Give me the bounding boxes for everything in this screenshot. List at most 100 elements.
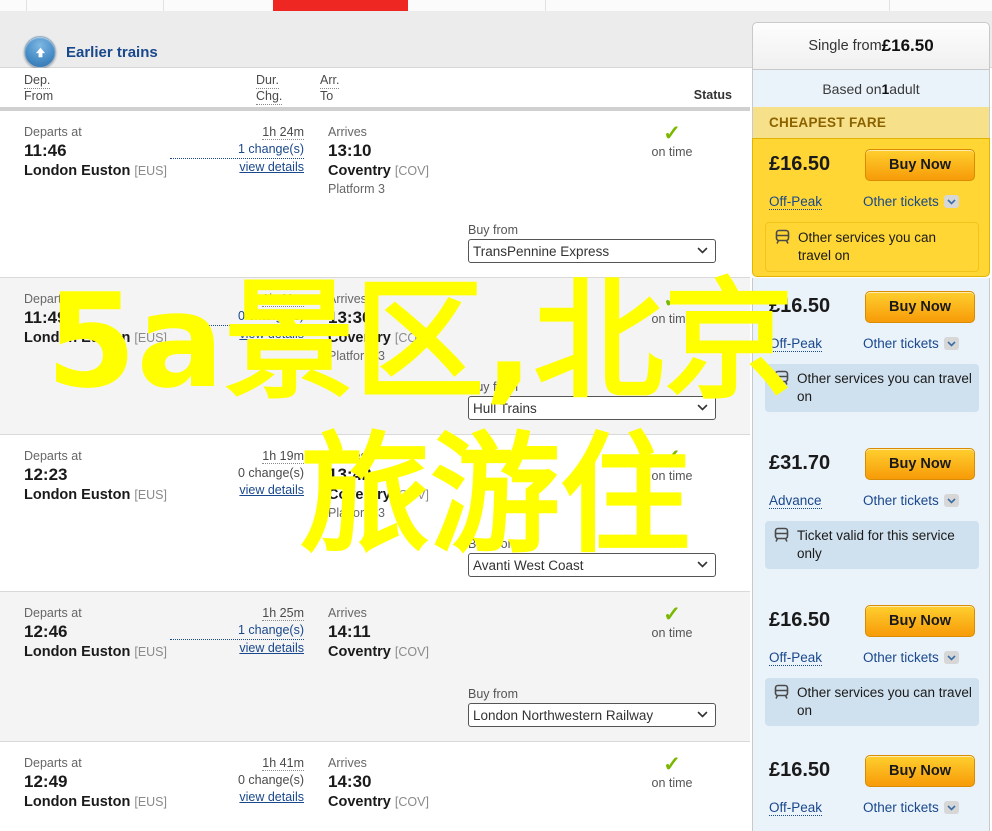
arrives-label: Arrives [328, 606, 367, 620]
operator-select[interactable]: Avanti West Coast [468, 553, 716, 577]
arrives-label: Arrives [328, 449, 367, 463]
arrives-label: Arrives [328, 125, 367, 139]
green-check-icon: ✓ [663, 289, 681, 312]
col-to: To [320, 89, 334, 103]
fare-panel[interactable]: £16.50 Buy Now Off-Peak Other tickets Ot… [752, 138, 990, 277]
table-row[interactable]: Departs at 12:23 London Euston [EUS] 1h … [0, 435, 750, 592]
row-separator [0, 277, 750, 278]
fare-type-link[interactable]: Off-Peak [769, 650, 823, 666]
departure-time: 11:46 [24, 141, 67, 160]
changes-link[interactable]: 1 change(s) [170, 141, 304, 159]
operator-select[interactable]: London Northwestern Railway [468, 703, 716, 727]
operator-select[interactable]: Hull Trains [468, 396, 716, 420]
fare-panel[interactable]: £31.70 Buy Now Advance Other tickets Tic… [752, 435, 990, 592]
changes-link[interactable]: 0 change(s) [170, 465, 304, 482]
to-station: Coventry [COV] [328, 163, 429, 179]
duration: 1h 24m [262, 125, 304, 140]
buy-now-button[interactable]: Buy Now [865, 149, 975, 181]
table-row[interactable]: Departs at 12:46 London Euston [EUS] 1h … [0, 592, 750, 742]
view-details-link[interactable]: view details [170, 482, 304, 499]
duration: 1h 41m [262, 756, 304, 771]
fare-info-text: Other services you can travel on [798, 230, 937, 263]
table-row[interactable]: Departs at 12:49 London Euston [EUS] 1h … [0, 742, 750, 831]
chevron-down-icon [943, 494, 959, 507]
chevron-down-icon [943, 801, 959, 814]
col-dur: Dur. [256, 73, 279, 89]
fare-type-link[interactable]: Off-Peak [769, 194, 823, 210]
fare-price: £16.50 [769, 295, 831, 317]
arrives-label: Arrives [328, 756, 367, 770]
chevron-down-icon [943, 337, 959, 350]
fare-panel[interactable]: £16.50 Buy Now Off-Peak Other tickets [752, 742, 990, 831]
row-separator [0, 741, 750, 742]
active-tab-indicator[interactable] [273, 0, 408, 11]
from-station-code: [EUS] [134, 795, 167, 809]
table-row[interactable]: Departs at 11:46 London Euston [EUS] 1h … [0, 111, 750, 278]
table-row[interactable]: Departs at 11:49 London Euston [EUS] 1h … [0, 278, 750, 435]
fare-info-box: Ticket valid for this service only [765, 521, 979, 569]
departs-at-label: Departs at [24, 449, 82, 463]
arrives-label: Arrives [328, 292, 367, 306]
fare-type-link[interactable]: Advance [769, 493, 822, 509]
fare-type-link[interactable]: Off-Peak [769, 800, 823, 816]
green-check-icon: ✓ [663, 122, 681, 145]
fare-panel[interactable]: £16.50 Buy Now Off-Peak Other tickets Ot… [752, 592, 990, 742]
from-station-code: [EUS] [134, 488, 167, 502]
changes-link[interactable]: 0 change(s) [170, 308, 304, 326]
from-station: London Euston [EUS] [24, 487, 167, 503]
departure-time: 12:49 [24, 772, 68, 791]
operator-select[interactable]: TransPennine Express [468, 239, 716, 263]
other-tickets-link[interactable]: Other tickets [863, 493, 959, 508]
from-station-code: [EUS] [134, 645, 167, 659]
single-from-price: £16.50 [881, 36, 934, 55]
view-details-link[interactable]: view details [170, 326, 304, 343]
fare-panel[interactable]: £16.50 Buy Now Off-Peak Other tickets Ot… [752, 278, 990, 435]
buy-now-button[interactable]: Buy Now [865, 291, 975, 323]
fare-info-box: Other services you can travel on [765, 678, 979, 726]
departure-time: 11:49 [24, 308, 67, 327]
tab-divider-1 [163, 0, 164, 11]
departure-time: 12:46 [24, 622, 68, 641]
column-header-row: Dep. From Dur. Chg. Arr. To Status [0, 68, 750, 107]
cheapest-fare-label: CHEAPEST FARE [769, 115, 887, 130]
other-tickets-link[interactable]: Other tickets [863, 194, 959, 209]
arrival-time: 13:42 [328, 465, 372, 484]
changes-link[interactable]: 1 change(s) [170, 622, 304, 640]
buy-from-label: Buy from [468, 223, 519, 237]
fare-info-text: Other services you can travel on [797, 685, 972, 718]
changes-link[interactable]: 0 change(s) [170, 772, 304, 789]
from-station-code: [EUS] [134, 331, 167, 345]
browser-tab-strip [0, 0, 992, 11]
fare-type-link[interactable]: Off-Peak [769, 336, 823, 352]
platform: Platform 3 [328, 182, 385, 196]
view-details-link[interactable]: view details [170, 640, 304, 657]
platform: Platform 3 [328, 506, 385, 520]
fare-info-box: Other services you can travel on [765, 364, 979, 412]
from-station: London Euston [EUS] [24, 644, 167, 660]
buy-now-button[interactable]: Buy Now [865, 448, 975, 480]
train-icon [773, 370, 790, 389]
buy-now-button[interactable]: Buy Now [865, 755, 975, 787]
earlier-trains-button[interactable]: Earlier trains [24, 36, 158, 68]
based-on-prefix: Based on [822, 80, 882, 97]
departs-at-label: Departs at [24, 606, 82, 620]
column-header-arrival: Arr. To [320, 73, 340, 104]
view-details-link[interactable]: view details [170, 789, 304, 806]
to-station: Coventry [COV] [328, 487, 429, 503]
fare-price: £16.50 [769, 153, 831, 175]
buy-now-button[interactable]: Buy Now [865, 605, 975, 637]
from-station: London Euston [EUS] [24, 163, 167, 179]
other-tickets-link[interactable]: Other tickets [863, 650, 959, 665]
from-station: London Euston [EUS] [24, 330, 167, 346]
other-tickets-link[interactable]: Other tickets [863, 800, 959, 815]
status-text: on time [651, 626, 693, 640]
view-details-link[interactable]: view details [170, 159, 304, 176]
to-station: Coventry [COV] [328, 794, 429, 810]
row-separator [0, 434, 750, 435]
green-check-icon: ✓ [663, 603, 681, 626]
from-station-code: [EUS] [134, 164, 167, 178]
arrival-time: 14:11 [328, 622, 371, 641]
train-icon [773, 527, 790, 546]
from-station: London Euston [EUS] [24, 794, 167, 810]
other-tickets-link[interactable]: Other tickets [863, 336, 959, 351]
